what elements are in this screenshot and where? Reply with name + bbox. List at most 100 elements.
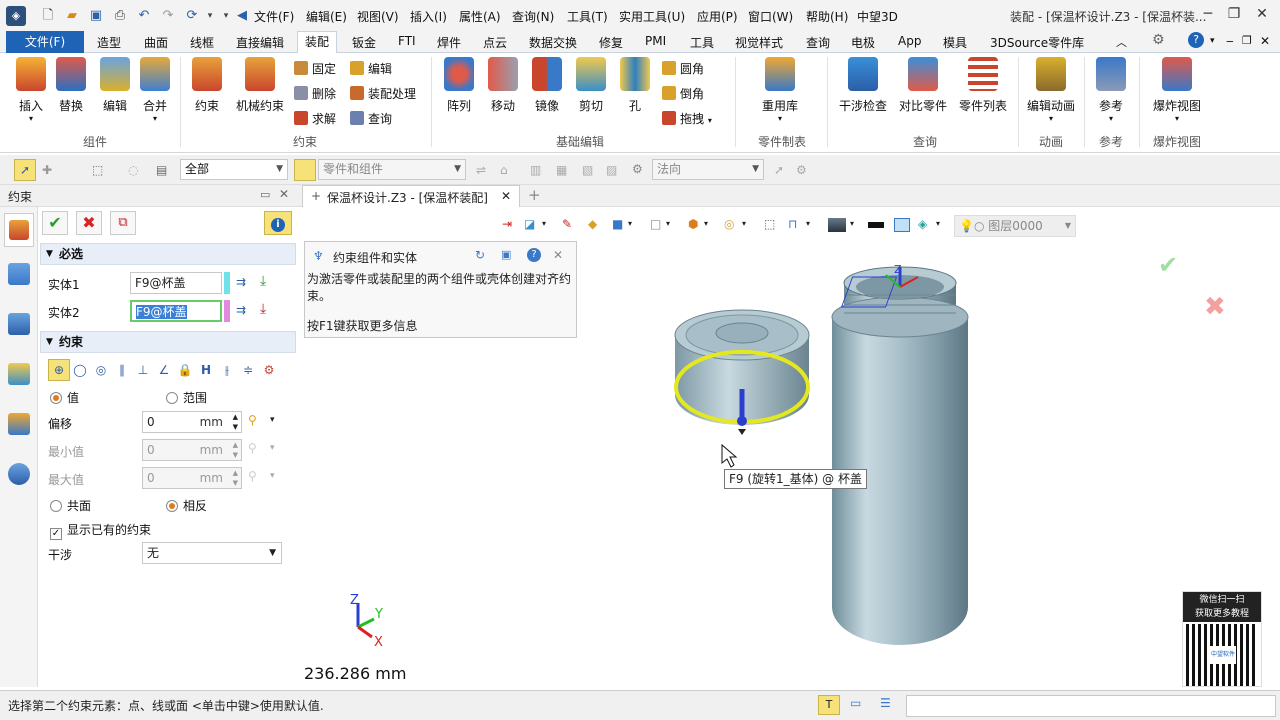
min-field[interactable]: 0 mm ▲ ▼ (142, 439, 242, 461)
interference-select[interactable]: 无 ▼ (142, 542, 282, 564)
offset-spinner-icon[interactable]: ▲ ▼ (233, 412, 238, 432)
tool-icon-5[interactable]: ▧ (582, 163, 593, 177)
restore-icon[interactable]: ❐ (1222, 6, 1246, 26)
command-input[interactable] (906, 695, 1276, 717)
filter-list-icon[interactable]: ▤ (156, 163, 167, 177)
tab-sheetmetal[interactable]: 钣金 (352, 34, 376, 51)
pick-cursor-icon[interactable]: ➚ (14, 159, 36, 181)
tab-app[interactable]: App (898, 34, 921, 48)
menu-tools[interactable]: 工具(T) (567, 8, 608, 25)
info-button[interactable]: i (264, 211, 292, 235)
doc-close-icon[interactable]: ✕ (1260, 34, 1270, 48)
tab-tools[interactable]: 工具 (690, 34, 714, 51)
insert-button[interactable]: 插入 ▾ (14, 57, 48, 123)
offset-dropdown-icon[interactable]: ▾ (270, 415, 275, 425)
viewport-ok-icon[interactable]: ✔ (1158, 251, 1178, 279)
panel-close-icon[interactable]: ✕ (279, 187, 289, 201)
help-icon[interactable]: ? (1188, 32, 1204, 48)
min-spinner-icon[interactable]: ▲ ▼ (233, 440, 238, 460)
query-constraint-button[interactable]: 查询 (350, 110, 392, 128)
coplanar-radio[interactable]: 共面 (50, 497, 91, 514)
delete-constraint-button[interactable]: 删除 (294, 85, 336, 103)
lid-model[interactable] (674, 309, 810, 435)
tangent-circle-icon[interactable]: ◎ (91, 359, 111, 381)
entity1-field[interactable]: F9@杯盖 (130, 272, 222, 294)
tab-repair[interactable]: 修复 (599, 34, 623, 51)
constraint-section-header[interactable]: ▼ 约束 (40, 331, 296, 353)
hole-button[interactable]: 孔 (620, 57, 650, 114)
tab-pin-icon[interactable]: + (311, 189, 321, 203)
max-measure-icon[interactable]: ⚲ (248, 469, 257, 483)
tool-icon-4[interactable]: ▦ (556, 163, 567, 177)
fillet-button[interactable]: 圆角 (662, 60, 704, 78)
reuse-library-button[interactable]: 重用库 ▾ (756, 57, 804, 123)
entity2-status-icon[interactable]: ⤓ (260, 301, 266, 317)
tool-icon-6[interactable]: ▨ (606, 163, 617, 177)
move-button[interactable]: 移动 (488, 57, 518, 114)
show-existing-checkbox[interactable]: ✓ 显示已有的约束 (50, 521, 151, 540)
undo-icon[interactable]: ↶ (136, 8, 152, 24)
doc-minimize-icon[interactable]: ‒ (1226, 34, 1234, 48)
tab-electrode[interactable]: 电极 (851, 34, 875, 51)
minimize-icon[interactable]: ─ (1196, 6, 1220, 26)
assembly-tree-tab-icon[interactable] (8, 313, 30, 335)
assembly-process-button[interactable]: 装配处理 (350, 85, 416, 103)
entity2-pick-icon[interactable]: ⇉ (236, 303, 246, 317)
pattern-button[interactable]: 阵列 (444, 57, 474, 114)
tab-modeling[interactable]: 造型 (97, 34, 121, 51)
document-tab-close-icon[interactable]: ✕ (501, 189, 511, 203)
solve-button[interactable]: 求解 (294, 110, 336, 128)
settings-small-icon[interactable]: ⚙ (796, 163, 807, 177)
edit-animation-button[interactable]: 编辑动画 ▾ (1024, 57, 1078, 123)
entity1-pick-icon[interactable]: ⇉ (236, 275, 246, 289)
menu-file[interactable]: 文件(F) (254, 8, 294, 25)
print-icon[interactable]: ⎙ (112, 8, 128, 24)
tab-data-exchange[interactable]: 数据交换 (529, 34, 577, 51)
fix-button[interactable]: 固定 (294, 60, 336, 78)
max-dropdown-icon[interactable]: ▾ (270, 471, 275, 481)
menu-edit[interactable]: 编辑(E) (306, 8, 347, 25)
apply-button[interactable]: ⧉ (110, 211, 136, 235)
min-measure-icon[interactable]: ⚲ (248, 441, 257, 455)
cancel-button[interactable]: ✖ (76, 211, 102, 235)
new-tab-icon[interactable]: + (528, 186, 541, 204)
mirror-button[interactable]: 镜像 (532, 57, 562, 114)
close-window-icon[interactable]: ✕ (1250, 6, 1274, 26)
perpendicular-icon[interactable]: ⊥ (133, 359, 153, 381)
select-filter-icon[interactable]: ⬚ (92, 163, 103, 177)
menu-help[interactable]: 帮助(H) (806, 8, 848, 25)
lasso-icon[interactable]: ◌ (128, 163, 138, 177)
tab-mold[interactable]: 模具 (943, 34, 967, 51)
tool-icon-3[interactable]: ▥ (530, 163, 541, 177)
center-icon[interactable]: ≑ (238, 359, 258, 381)
status-monitor-icon[interactable]: ▭ (850, 696, 861, 710)
view-tab-icon[interactable] (8, 413, 30, 435)
max-field[interactable]: 0 mm ▲ ▼ (142, 467, 242, 489)
compare-parts-button[interactable]: 对比零件 (896, 57, 950, 114)
user-tab-icon[interactable] (8, 463, 30, 485)
settings-gear-icon[interactable]: ⚙ (1152, 32, 1165, 48)
drag-button[interactable]: 拖拽 ▾ (662, 110, 712, 128)
merge-button[interactable]: 合并 ▾ (140, 57, 170, 123)
constraint-manager-tab[interactable] (4, 213, 34, 247)
edit-component-button[interactable]: 编辑 (100, 57, 130, 114)
tab-visual-style[interactable]: 视觉样式 (735, 34, 783, 51)
menu-utilities[interactable]: 实用工具(U) (619, 8, 685, 25)
angle-icon[interactable]: ∠ (154, 359, 174, 381)
explode-view-button[interactable]: 爆炸视图 ▾ (1150, 57, 1204, 123)
ok-button[interactable]: ✔ (42, 211, 68, 235)
replace-button[interactable]: 替换 (56, 57, 86, 114)
document-tab[interactable]: + 保温杯设计.Z3 - [保温杯装配] ✕ (302, 185, 520, 207)
lock-icon[interactable]: 🔒 (175, 359, 195, 381)
tab-pmi[interactable]: PMI (645, 34, 666, 48)
gear-constraint-icon[interactable]: ⚙ (259, 359, 279, 381)
tab-query[interactable]: 查询 (806, 34, 830, 51)
constraint-button[interactable]: 约束 (191, 57, 223, 114)
doc-restore-icon[interactable]: ❐ (1242, 34, 1252, 47)
status-list-icon[interactable]: ☰ (880, 696, 891, 710)
menu-toggle-icon[interactable]: ◀ (234, 8, 250, 24)
refresh-icon[interactable]: ⟳ (184, 8, 200, 24)
customize-arrow-icon[interactable]: ▾ (218, 8, 234, 24)
menu-attribute[interactable]: 属性(A) (459, 8, 501, 25)
edit-constraint-button[interactable]: 编辑 (350, 60, 392, 78)
